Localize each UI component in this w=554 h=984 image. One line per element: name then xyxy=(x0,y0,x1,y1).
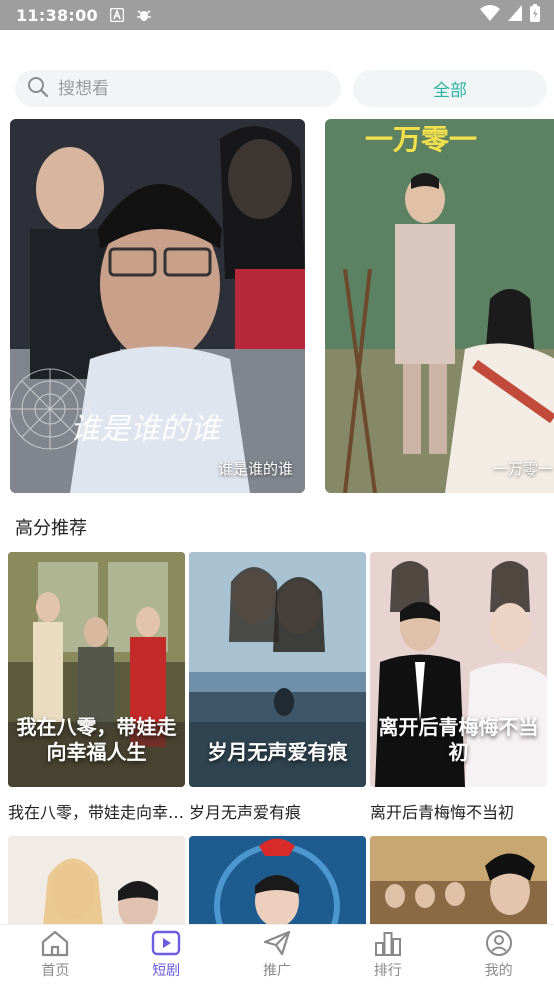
tab-ranking[interactable]: 排行 xyxy=(332,925,443,984)
drama-poster[interactable] xyxy=(8,836,185,926)
tab-label: 首页 xyxy=(41,963,70,979)
tab-label: 排行 xyxy=(373,963,402,979)
user-icon xyxy=(485,930,512,956)
tab-label: 推广 xyxy=(262,963,291,979)
drama-poster[interactable]: 离开后青梅悔不当初 xyxy=(370,552,547,787)
drama-title[interactable]: 岁月无声爱有痕 xyxy=(189,799,366,823)
drama-poster[interactable] xyxy=(370,836,547,926)
search-input[interactable] xyxy=(58,78,298,99)
filter-all-button[interactable]: 全部 xyxy=(353,70,547,107)
svg-text:谁是谁的谁: 谁是谁的谁 xyxy=(70,412,223,447)
poster-art xyxy=(370,836,547,926)
poster-caption: 离开后青梅悔不当初 xyxy=(378,715,539,764)
tab-short-drama[interactable]: 短剧 xyxy=(111,925,222,984)
poster-art xyxy=(189,836,366,926)
banner-carousel[interactable]: 谁是谁的谁 谁是谁的谁 一万零一 一万零一 xyxy=(10,119,554,493)
search-row: 全部 xyxy=(15,70,547,107)
drama-card[interactable] xyxy=(370,836,547,926)
drama-card[interactable] xyxy=(189,836,366,926)
drama-card[interactable]: 岁月无声爱有痕 岁月无声爱有痕 xyxy=(189,552,366,823)
tab-mine[interactable]: 我的 xyxy=(443,925,554,984)
battery-icon xyxy=(530,4,540,26)
tab-promote[interactable]: 推广 xyxy=(222,925,333,984)
tab-label: 我的 xyxy=(484,963,513,979)
banner-poster-main[interactable]: 谁是谁的谁 谁是谁的谁 xyxy=(10,119,305,493)
status-bar: 11:38:00 xyxy=(0,0,554,30)
wifi-icon xyxy=(480,5,500,25)
poster-caption: 我在八零，带娃走向幸福人生 xyxy=(16,715,177,764)
bug-icon xyxy=(136,7,152,23)
drama-poster[interactable]: 我在八零，带娃走向幸福人生 xyxy=(8,552,185,787)
poster-art xyxy=(8,836,185,926)
banner-poster-next[interactable]: 一万零一 一万零一 xyxy=(325,119,554,493)
send-icon xyxy=(263,930,291,956)
banner-caption: 谁是谁的谁 xyxy=(217,460,293,478)
signal-icon xyxy=(508,5,522,25)
drama-card[interactable] xyxy=(8,836,185,926)
home-icon xyxy=(42,930,69,957)
tab-home[interactable]: 首页 xyxy=(0,925,111,984)
drama-title[interactable]: 我在八零，带娃走向幸福人生 xyxy=(8,799,185,823)
bar-chart-icon xyxy=(374,932,401,956)
drama-card[interactable]: 离开后青梅悔不当初 离开后青梅悔不当初 xyxy=(370,552,547,823)
section-title: 高分推荐 xyxy=(15,518,87,539)
play-icon xyxy=(151,930,181,956)
bottom-tab-bar: 首页 短剧 推广 排行 我的 xyxy=(0,924,554,984)
svg-text:一万零一: 一万零一 xyxy=(365,123,477,156)
a-notification-icon xyxy=(110,8,124,22)
tab-label: 短剧 xyxy=(152,963,181,979)
banner-caption: 一万零一 xyxy=(493,460,554,478)
banner-main-art: 谁是谁的谁 xyxy=(10,119,305,493)
drama-card[interactable]: 我在八零，带娃走向幸福人生 我在八零，带娃走向幸福人生 xyxy=(8,552,185,823)
banner-side-art: 一万零一 xyxy=(325,119,554,493)
search-icon xyxy=(27,76,49,102)
drama-poster[interactable] xyxy=(189,836,366,926)
status-time: 11:38:00 xyxy=(16,5,98,25)
drama-poster[interactable]: 岁月无声爱有痕 xyxy=(189,552,366,787)
drama-title[interactable]: 离开后青梅悔不当初 xyxy=(370,799,547,823)
poster-caption: 岁月无声爱有痕 xyxy=(207,740,348,764)
search-bar[interactable] xyxy=(15,70,341,107)
